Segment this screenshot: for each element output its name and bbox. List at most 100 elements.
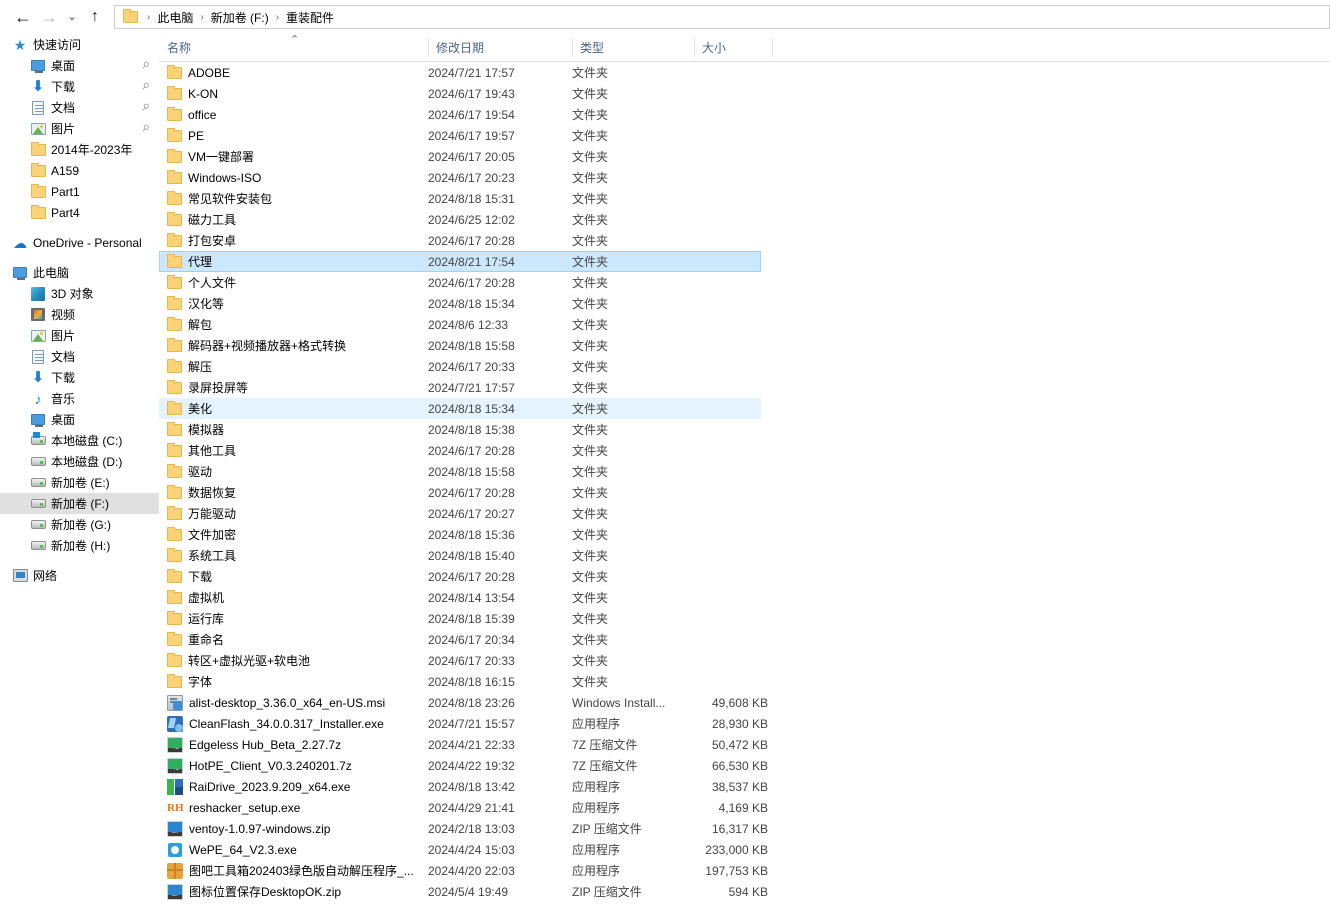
sidebar-item-图片[interactable]: 图片	[0, 325, 159, 346]
cell-name[interactable]: 汉化等	[167, 293, 224, 314]
table-row[interactable]: 图吧工具箱202403绿色版自动解压程序_...2024/4/20 22:03应…	[159, 860, 761, 881]
cell-name[interactable]: 文件加密	[167, 524, 236, 545]
sidebar-section-此电脑[interactable]: 此电脑	[0, 262, 159, 283]
breadcrumb-item-1[interactable]: 新加卷 (F:)	[209, 9, 271, 26]
column-header-row[interactable]: ⌃ 名称 修改日期 类型 大小	[159, 34, 1330, 62]
cell-name[interactable]: 录屏投屏等	[167, 377, 248, 398]
sidebar-item-桌面[interactable]: 桌面⚲	[0, 55, 159, 76]
table-row[interactable]: 图标位置保存DesktopOK.zip2024/5/4 19:49ZIP 压缩文…	[159, 881, 761, 902]
table-row[interactable]: 个人文件2024/6/17 20:28文件夹	[159, 272, 761, 293]
table-row[interactable]: 录屏投屏等2024/7/21 17:57文件夹	[159, 377, 761, 398]
table-row[interactable]: WePE_64_V2.3.exe2024/4/24 15:03应用程序233,0…	[159, 839, 761, 860]
cell-name[interactable]: 重命名	[167, 629, 224, 650]
cell-name[interactable]: PE	[167, 125, 204, 146]
cell-name[interactable]: RaiDrive_2023.9.209_x64.exe	[167, 776, 350, 797]
table-row[interactable]: 模拟器2024/8/18 15:38文件夹	[159, 419, 761, 440]
cell-name[interactable]: 驱动	[167, 461, 212, 482]
sidebar-item-下载[interactable]: ⬇下载	[0, 367, 159, 388]
sidebar-item-下载[interactable]: ⬇下载⚲	[0, 76, 159, 97]
cell-name[interactable]: 美化	[167, 398, 212, 419]
table-row[interactable]: VM一键部署2024/6/17 20:05文件夹	[159, 146, 761, 167]
table-row[interactable]: 下载2024/6/17 20:28文件夹	[159, 566, 761, 587]
table-row[interactable]: Edgeless Hub_Beta_2.27.7z2024/4/21 22:33…	[159, 734, 761, 755]
cell-name[interactable]: 图吧工具箱202403绿色版自动解压程序_...	[167, 860, 414, 881]
cell-name[interactable]: 字体	[167, 671, 212, 692]
cell-name[interactable]: 万能驱动	[167, 503, 236, 524]
table-row[interactable]: 转区+虚拟光驱+软电池2024/6/17 20:33文件夹	[159, 650, 761, 671]
sidebar-section-网络[interactable]: 网络	[0, 565, 159, 586]
sidebar-item-新加卷 (E:)[interactable]: 新加卷 (E:)	[0, 472, 159, 493]
table-row[interactable]: office2024/6/17 19:54文件夹	[159, 104, 761, 125]
column-header-type[interactable]: 类型	[572, 34, 694, 61]
cell-name[interactable]: 其他工具	[167, 440, 236, 461]
table-row[interactable]: 字体2024/8/18 16:15文件夹	[159, 671, 761, 692]
sidebar-item-视频[interactable]: 视频	[0, 304, 159, 325]
pin-icon[interactable]: ⚲	[140, 80, 152, 93]
table-row[interactable]: RaiDrive_2023.9.209_x64.exe2024/8/18 13:…	[159, 776, 761, 797]
pin-icon[interactable]: ⚲	[140, 59, 152, 72]
table-row[interactable]: 重命名2024/6/17 20:34文件夹	[159, 629, 761, 650]
breadcrumb-item-2[interactable]: 重装配件	[284, 9, 336, 26]
sidebar-item-2014年-2023年[interactable]: 2014年-2023年	[0, 139, 159, 160]
file-rows[interactable]: ADOBE2024/7/21 17:57文件夹K-ON2024/6/17 19:…	[159, 62, 1330, 902]
cell-name[interactable]: ventoy-1.0.97-windows.zip	[167, 818, 330, 839]
column-header-date[interactable]: 修改日期	[428, 34, 572, 61]
table-row[interactable]: 解码器+视频播放器+格式转换2024/8/18 15:58文件夹	[159, 335, 761, 356]
cell-name[interactable]: 转区+虚拟光驱+软电池	[167, 650, 310, 671]
sidebar-item-音乐[interactable]: ♪音乐	[0, 388, 159, 409]
table-row[interactable]: HotPE_Client_V0.3.240201.7z2024/4/22 19:…	[159, 755, 761, 776]
table-row[interactable]: ventoy-1.0.97-windows.zip2024/2/18 13:03…	[159, 818, 761, 839]
cell-name[interactable]: alist-desktop_3.36.0_x64_en-US.msi	[167, 692, 385, 713]
table-row[interactable]: 解包2024/8/6 12:33文件夹	[159, 314, 761, 335]
cell-name[interactable]: Edgeless Hub_Beta_2.27.7z	[167, 734, 341, 755]
sidebar-item-图片[interactable]: 图片⚲	[0, 118, 159, 139]
pin-icon[interactable]: ⚲	[140, 101, 152, 114]
sidebar-item-新加卷 (F:)[interactable]: 新加卷 (F:)	[0, 493, 159, 514]
table-row[interactable]: 磁力工具2024/6/25 12:02文件夹	[159, 209, 761, 230]
table-row[interactable]: 代理2024/8/21 17:54文件夹	[159, 251, 761, 272]
sidebar-item-桌面[interactable]: 桌面	[0, 409, 159, 430]
cell-name[interactable]: 打包安卓	[167, 230, 236, 251]
forward-button[interactable]: →	[36, 2, 62, 32]
column-header-name[interactable]: 名称	[159, 34, 428, 61]
navigation-pane[interactable]: ★快速访问桌面⚲⬇下载⚲文档⚲图片⚲2014年-2023年A159Part1Pa…	[0, 34, 159, 923]
cell-name[interactable]: 运行库	[167, 608, 224, 629]
cell-name[interactable]: CleanFlash_34.0.0.317_Installer.exe	[167, 713, 384, 734]
sidebar-item-文档[interactable]: 文档⚲	[0, 97, 159, 118]
sidebar-section-OneDrive - Personal[interactable]: ☁OneDrive - Personal	[0, 232, 159, 253]
table-row[interactable]: 其他工具2024/6/17 20:28文件夹	[159, 440, 761, 461]
table-row[interactable]: 打包安卓2024/6/17 20:28文件夹	[159, 230, 761, 251]
table-row[interactable]: 汉化等2024/8/18 15:34文件夹	[159, 293, 761, 314]
table-row[interactable]: 系统工具2024/8/18 15:40文件夹	[159, 545, 761, 566]
table-row[interactable]: 常见软件安装包2024/8/18 15:31文件夹	[159, 188, 761, 209]
cell-name[interactable]: 解压	[167, 356, 212, 377]
table-row[interactable]: PE2024/6/17 19:57文件夹	[159, 125, 761, 146]
table-row[interactable]: 驱动2024/8/18 15:58文件夹	[159, 461, 761, 482]
cell-name[interactable]: 个人文件	[167, 272, 236, 293]
cell-name[interactable]: 数据恢复	[167, 482, 236, 503]
cell-name[interactable]: 下载	[167, 566, 212, 587]
back-button[interactable]: ←	[10, 2, 36, 32]
cell-name[interactable]: VM一键部署	[167, 146, 254, 167]
sidebar-item-Part1[interactable]: Part1	[0, 181, 159, 202]
sidebar-item-文档[interactable]: 文档	[0, 346, 159, 367]
sidebar-item-新加卷 (G:)[interactable]: 新加卷 (G:)	[0, 514, 159, 535]
cell-name[interactable]: 解包	[167, 314, 212, 335]
table-row[interactable]: 万能驱动2024/6/17 20:27文件夹	[159, 503, 761, 524]
cell-name[interactable]: WePE_64_V2.3.exe	[167, 839, 297, 860]
table-row[interactable]: alist-desktop_3.36.0_x64_en-US.msi2024/8…	[159, 692, 761, 713]
sidebar-item-3D 对象[interactable]: 3D 对象	[0, 283, 159, 304]
cell-name[interactable]: 常见软件安装包	[167, 188, 272, 209]
cell-name[interactable]: 代理	[167, 252, 212, 271]
table-row[interactable]: 美化2024/8/18 15:34文件夹	[159, 398, 761, 419]
cell-name[interactable]: HotPE_Client_V0.3.240201.7z	[167, 755, 352, 776]
cell-name[interactable]: 磁力工具	[167, 209, 236, 230]
up-button[interactable]: ↑	[82, 2, 108, 32]
sidebar-section-快速访问[interactable]: ★快速访问	[0, 34, 159, 55]
table-row[interactable]: 数据恢复2024/6/17 20:28文件夹	[159, 482, 761, 503]
file-list-pane[interactable]: ⌃ 名称 修改日期 类型 大小 ADOBE2024/7/21 17:57文件夹K…	[159, 34, 1330, 923]
table-row[interactable]: K-ON2024/6/17 19:43文件夹	[159, 83, 761, 104]
sidebar-item-Part4[interactable]: Part4	[0, 202, 159, 223]
table-row[interactable]: ADOBE2024/7/21 17:57文件夹	[159, 62, 761, 83]
table-row[interactable]: 虚拟机2024/8/14 13:54文件夹	[159, 587, 761, 608]
